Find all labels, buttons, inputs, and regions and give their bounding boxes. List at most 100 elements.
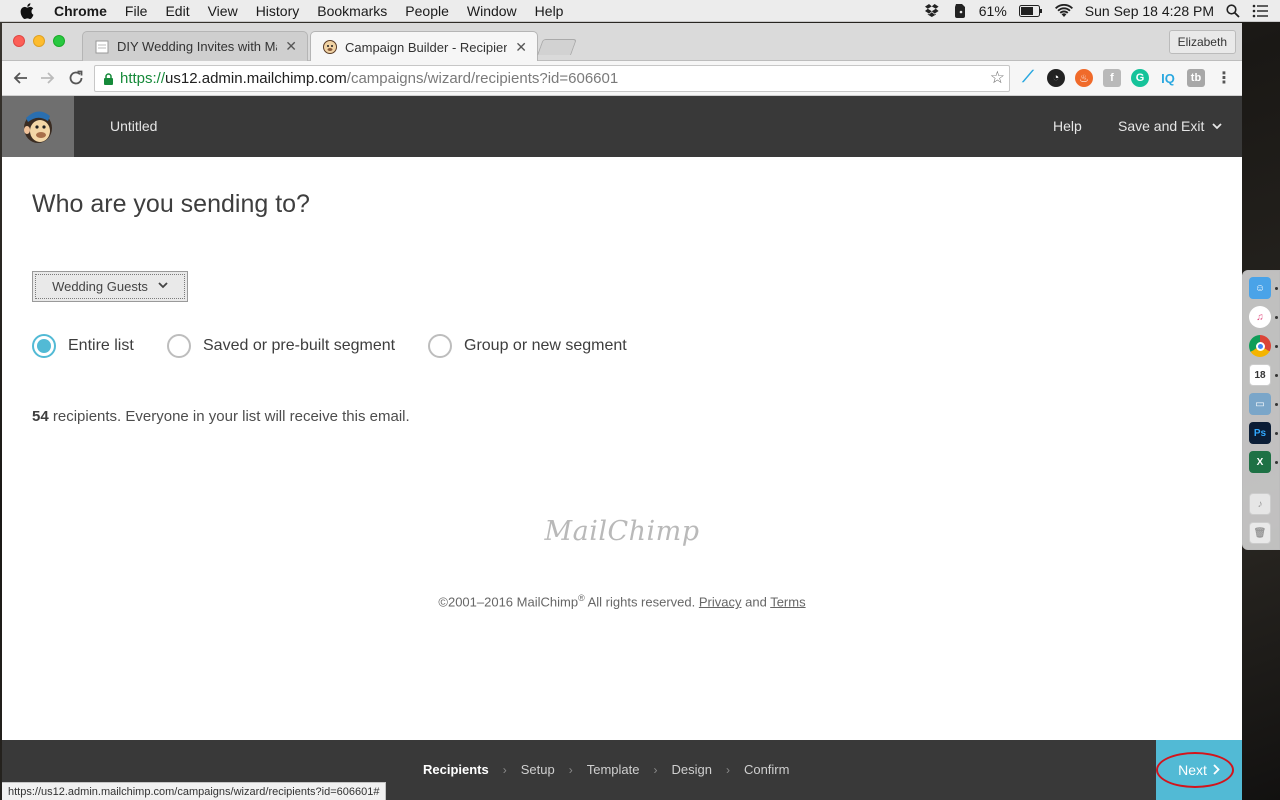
campaign-header: Untitled Help Save and Exit <box>2 96 1242 157</box>
menu-bookmarks[interactable]: Bookmarks <box>317 3 387 19</box>
highlight-annotation-ring <box>1156 752 1234 788</box>
notification-center-icon[interactable] <box>1252 4 1268 18</box>
url-host: us12.admin.mailchimp.com <box>165 70 347 87</box>
step-confirm[interactable]: Confirm <box>744 762 790 777</box>
browser-toolbar: https://us12.admin.mailchimp.com/campaig… <box>2 61 1242 96</box>
radio-button[interactable] <box>428 334 452 358</box>
url-scheme: https:// <box>120 70 166 87</box>
menu-help[interactable]: Help <box>535 3 564 19</box>
tab-close-icon[interactable]: ✕ <box>285 38 297 55</box>
extension-tb-icon[interactable]: tb <box>1187 69 1205 87</box>
mailchimp-app: Untitled Help Save and Exit Who are you … <box>2 96 1242 800</box>
evernote-icon[interactable] <box>953 3 967 19</box>
wifi-icon[interactable] <box>1054 4 1073 18</box>
window-minimize-button[interactable] <box>33 35 45 47</box>
recipient-count-description: recipients. Everyone in your list will r… <box>52 408 410 425</box>
step-template[interactable]: Template <box>587 762 640 777</box>
menu-history[interactable]: History <box>256 3 300 19</box>
extension-grey-icon[interactable]: f <box>1103 69 1121 87</box>
step-recipients[interactable]: Recipients <box>423 762 489 777</box>
menu-file[interactable]: File <box>125 3 148 19</box>
and-text: and <box>745 594 767 610</box>
chrome-menu-icon[interactable]: ⋮ <box>1215 69 1233 87</box>
window-zoom-button[interactable] <box>53 35 65 47</box>
tab-title: Campaign Builder - Recipients <box>345 39 508 55</box>
menu-people[interactable]: People <box>405 3 449 19</box>
profile-button[interactable]: Elizabeth <box>1168 30 1236 54</box>
extension-iq-icon[interactable]: IQ <box>1159 69 1177 87</box>
macos-dock: ☺ ♫ 18 ▭ Ps X ♪ 🗑 <box>1242 270 1280 550</box>
recipient-count: 54 <box>32 408 49 425</box>
copyright-notice: ©2001–2016 MailChimp® All rights reserve… <box>2 593 1242 609</box>
step-design[interactable]: Design <box>671 762 711 777</box>
menu-window[interactable]: Window <box>467 3 517 19</box>
tab-close-icon[interactable]: ✕ <box>515 39 527 56</box>
preview-icon[interactable]: ▭ <box>1249 393 1271 415</box>
radio-button[interactable] <box>167 334 191 358</box>
back-arrow-icon[interactable] <box>10 68 30 88</box>
excel-icon[interactable]: X <box>1249 451 1271 473</box>
privacy-link[interactable]: Privacy <box>699 594 742 609</box>
menu-chrome[interactable]: Chrome <box>54 3 107 19</box>
terms-link[interactable]: Terms <box>770 594 805 609</box>
chrome-app-icon[interactable] <box>1249 335 1271 357</box>
document-favicon-icon <box>95 40 109 54</box>
spotlight-search-icon[interactable] <box>1226 4 1240 18</box>
browser-tab-campaign-builder[interactable]: Campaign Builder - Recipients ✕ <box>310 31 538 62</box>
reload-icon[interactable] <box>66 68 86 88</box>
rights-text: All rights reserved. <box>584 594 699 610</box>
radio-label[interactable]: Saved or pre-built segment <box>203 337 395 355</box>
radio-option-entire-list[interactable]: Entire list <box>32 333 134 359</box>
bookmark-star-icon[interactable]: ☆ <box>990 68 1005 88</box>
tab-strip: DIY Wedding Invites with Mailc ✕ Campaig… <box>2 23 1242 62</box>
list-select-value: Wedding Guests <box>52 279 148 294</box>
radio-option-saved-segment[interactable]: Saved or pre-built segment <box>167 333 395 359</box>
music-file-icon[interactable]: ♪ <box>1249 493 1271 515</box>
trash-icon[interactable]: 🗑 <box>1249 522 1271 544</box>
chevron-down-icon <box>158 281 168 292</box>
wizard-steps: Recipients › Setup › Template › Design ›… <box>423 762 789 777</box>
mailchimp-footer-logo: MailChimp <box>544 516 700 547</box>
battery-icon[interactable] <box>1018 5 1043 17</box>
save-and-exit-button[interactable]: Save and Exit <box>1118 118 1223 134</box>
menubar-clock[interactable]: Sun Sep 18 4:28 PM <box>1085 3 1214 19</box>
chevron-right-icon: › <box>725 762 730 777</box>
extension-fire-icon[interactable]: ♨ <box>1075 69 1093 87</box>
calendar-icon[interactable]: 18 <box>1249 364 1271 386</box>
new-tab-button[interactable] <box>537 39 577 55</box>
url-path: /campaigns/wizard/recipients?id=606601 <box>346 70 619 87</box>
menu-edit[interactable]: Edit <box>165 3 189 19</box>
extension-owl-icon[interactable]: ◔ <box>1047 69 1065 87</box>
radio-label[interactable]: Group or new segment <box>464 337 627 355</box>
mailchimp-logo-icon[interactable] <box>2 96 74 157</box>
photoshop-icon[interactable]: Ps <box>1249 422 1271 444</box>
finder-icon[interactable]: ☺ <box>1249 277 1271 299</box>
radio-button-checked[interactable] <box>32 334 56 358</box>
apple-icon[interactable] <box>20 2 34 19</box>
campaign-name[interactable]: Untitled <box>110 118 157 134</box>
copyright-text: ©2001–2016 MailChimp <box>438 594 579 610</box>
secure-lock-icon[interactable] <box>103 72 114 85</box>
grammarly-icon[interactable]: G <box>1131 69 1149 87</box>
battery-percent: 61% <box>978 3 1007 19</box>
chrome-window: DIY Wedding Invites with Mailc ✕ Campaig… <box>2 23 1242 800</box>
chevron-down-icon <box>1212 119 1223 133</box>
address-bar[interactable]: https://us12.admin.mailchimp.com/campaig… <box>94 65 1010 92</box>
dropbox-icon[interactable] <box>924 4 941 18</box>
browser-tab-diy-wedding[interactable]: DIY Wedding Invites with Mailc ✕ <box>82 31 308 61</box>
chevron-right-icon: › <box>568 762 573 777</box>
step-setup[interactable]: Setup <box>521 762 555 777</box>
radio-label[interactable]: Entire list <box>68 337 134 355</box>
menu-view[interactable]: View <box>208 3 238 19</box>
window-close-button[interactable] <box>13 35 25 47</box>
save-and-exit-label: Save and Exit <box>1118 118 1205 134</box>
list-select-dropdown[interactable]: Wedding Guests <box>32 271 188 302</box>
extension-bird-icon[interactable]: ⟋ <box>1019 69 1037 87</box>
tab-title: DIY Wedding Invites with Mailc <box>117 39 278 54</box>
registered-mark: ® <box>578 593 585 603</box>
page-title: Who are you sending to? <box>32 190 310 218</box>
itunes-icon[interactable]: ♫ <box>1249 306 1271 328</box>
radio-option-group-segment[interactable]: Group or new segment <box>428 333 627 359</box>
forward-arrow-icon[interactable] <box>38 68 58 88</box>
help-link[interactable]: Help <box>1053 118 1082 134</box>
